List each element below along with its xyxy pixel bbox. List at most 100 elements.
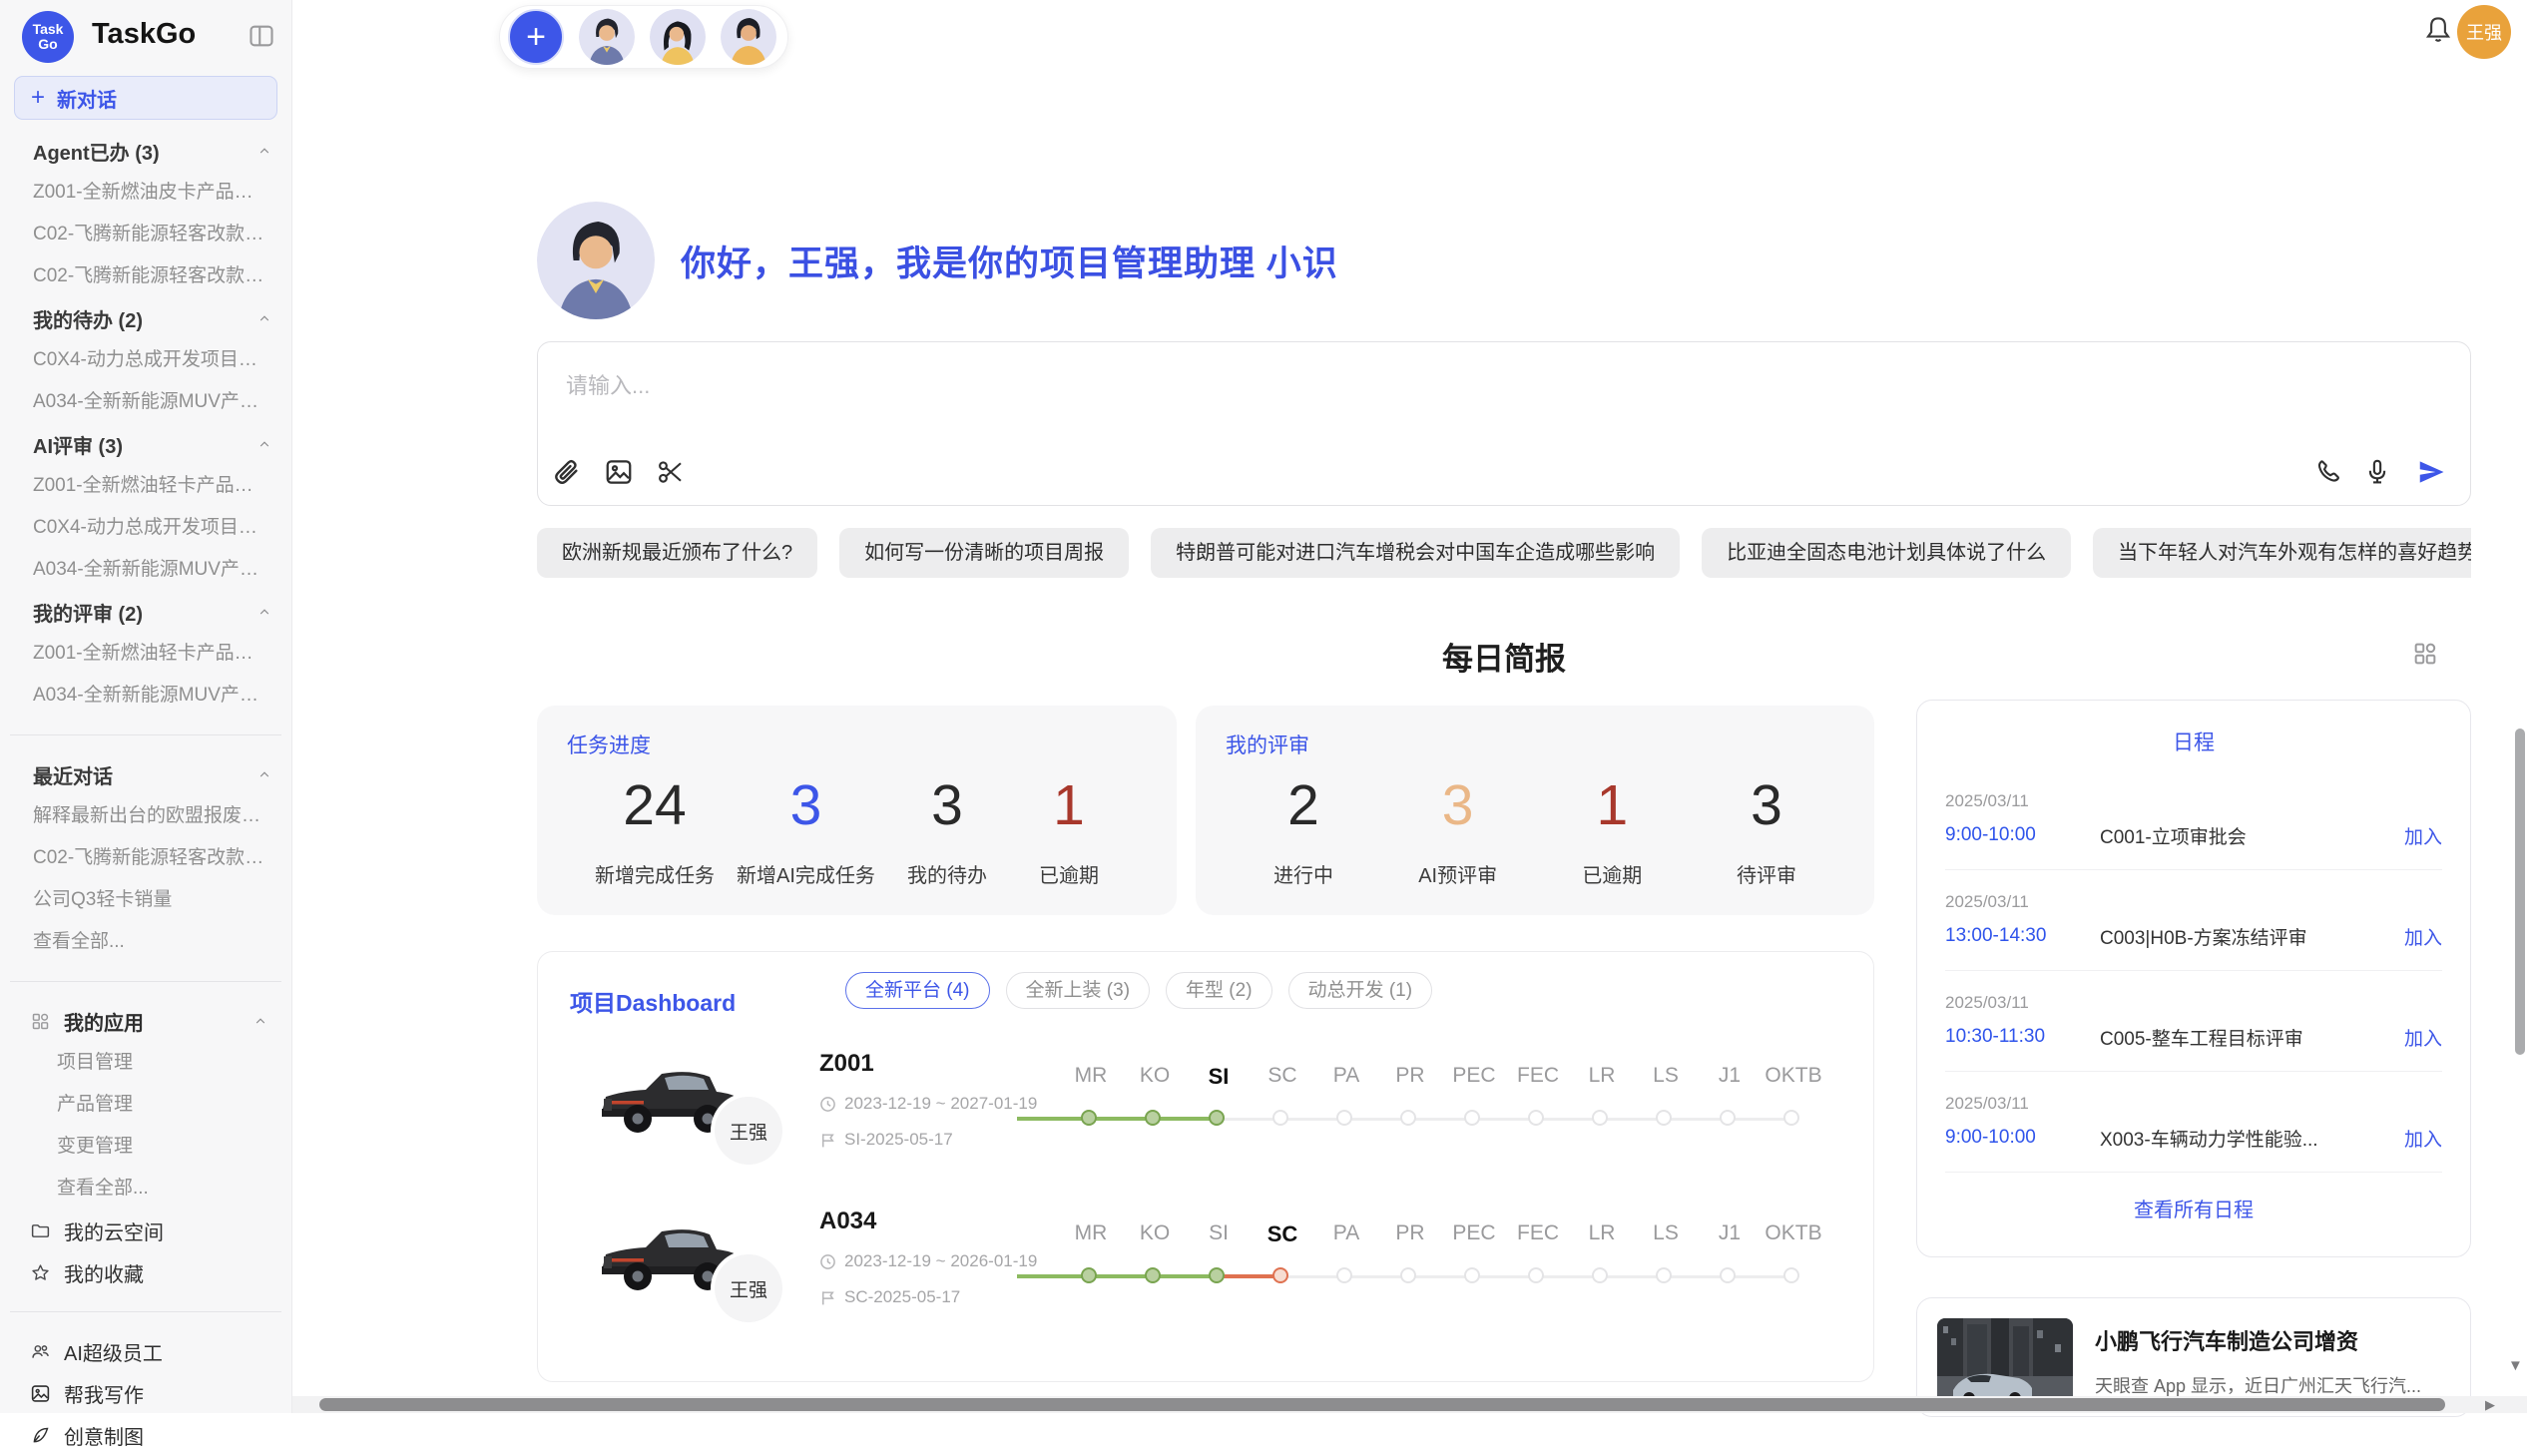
daily-briefing-title: 每日简报 [537,634,2471,679]
milestone-J1: J1 [1698,1206,1762,1325]
stat: 3 AI预评审 [1408,775,1508,888]
section-my-apps[interactable]: 我的应用 [0,1000,291,1042]
vehicle-image [596,1363,746,1382]
new-chat-label: 新对话 [57,84,117,113]
milestone-LS: LS [1634,1048,1698,1168]
view-all-apps[interactable]: 查看全部... [0,1168,291,1210]
list-item[interactable]: C0X4-动力总成开发项目工程变更评审 [0,507,291,549]
join-link[interactable]: 加入 [2404,923,2442,950]
scroll-right-arrow-icon[interactable]: ▶ [2485,1396,2495,1413]
sidebar-item-cloud-space[interactable]: 我的云空间 [0,1210,291,1251]
vertical-scrollbar-thumb[interactable] [2515,728,2525,1055]
sidebar-item-change-mgmt[interactable]: 变更管理 [0,1126,291,1168]
scroll-down-arrow-icon[interactable]: ▼ [2508,1357,2523,1374]
list-item[interactable]: Z001-全新燃油轻卡产品开发项目SI节点属性5D文件评审 [0,633,291,675]
sidebar-item-creative-draw[interactable]: 创意制图 [0,1414,291,1456]
section-ai-review[interactable]: AI评审 (3) [0,423,291,465]
milestone-OKTB: OKTB [1762,1206,1825,1325]
stat: 24 新增完成任务 [595,775,715,888]
section-agent-done[interactable]: Agent已办 (3) [0,130,291,172]
tab-new-platform[interactable]: 全新平台 (4) [845,972,990,1009]
project-code: A034 [819,1208,1037,1235]
list-item[interactable]: A034-全新新能源MUV产品开发项目法规符合性评审 [0,549,291,591]
milestone-track: MRKOSISCPAPRPECFECLRLSJ1OKTB [1059,1048,1825,1168]
sidebar-item-help-write[interactable]: 帮我写作 [0,1372,291,1414]
tab-model-year[interactable]: 年型 (2) [1166,972,1272,1009]
section-my-review[interactable]: 我的评审 (2) [0,591,291,633]
list-item[interactable]: A034-全新新能源MUV产品开发项目计划变更表编写 [0,381,291,423]
schedule-item: 2025/03/11 9:00-10:00 C001-立项审批会 加入 [1945,790,2442,848]
section-my-todo[interactable]: 我的待办 (2) [0,297,291,339]
divider [10,1311,281,1312]
schedule-date: 2025/03/11 [1945,790,2442,812]
stat-label: 新增AI完成任务 [737,859,875,888]
milestone-LS: LS [1634,1206,1698,1325]
phone-icon[interactable] [2314,457,2344,487]
list-item[interactable]: 公司Q3轻卡销量 [0,879,291,921]
sidebar-item-ai-staff[interactable]: AI超级员工 [0,1330,291,1372]
send-icon[interactable] [2416,457,2446,487]
milestone-PA: PA [1314,1206,1378,1325]
list-item[interactable]: C02-飞腾新能源轻客改款项目立项汇报方案 [0,255,291,297]
sidebar-header: Task Go TaskGo [0,0,291,74]
folder-icon [30,1220,51,1241]
suggestion-chip[interactable]: 当下年轻人对汽车外观有怎样的喜好趋势 [2093,528,2471,578]
tab-powertrain[interactable]: 动总开发 (1) [1288,972,1433,1009]
section-recent-chats[interactable]: 最近对话 [0,753,291,795]
milestone-PEC: PEC [1442,1206,1506,1325]
app-title: TaskGo [92,18,196,51]
list-item[interactable]: A034-全新新能源MUV产品开发项目造型可行性评审 [0,675,291,717]
join-link[interactable]: 加入 [2404,1125,2442,1152]
join-link[interactable]: 加入 [2404,1024,2442,1051]
screenshot-icon[interactable] [656,457,686,487]
suggestion-chip[interactable]: 如何写一份清晰的项目周报 [839,528,1129,578]
list-item[interactable]: 解释最新出台的欧盟报废车法规再生塑料比例被调至15%... [0,795,291,837]
briefing-left-column: 任务进度 24 新增完成任务 3 新增AI完成任务 3 我的待办 [537,700,1874,1417]
milestone-FEC: FEC [1506,1048,1570,1168]
schedule-time: 9:00-10:00 [1945,824,2100,846]
suggestion-chip[interactable]: 特朗普可能对进口汽车增税会对中国车企造成哪些影响 [1151,528,1680,578]
sidebar-item-favorites[interactable]: 我的收藏 [0,1251,291,1293]
message-input[interactable]: 请输入... [566,368,650,400]
milestone-MR: MR [1059,1048,1123,1168]
milestone-OKTB: OKTB [1762,1048,1825,1168]
schedule-event: C001-立项审批会 [2100,822,2392,849]
sidebar-item-project-mgmt[interactable]: 项目管理 [0,1042,291,1084]
clock-icon [819,1096,836,1113]
list-item[interactable]: Z001-全新燃油皮卡产品开发项目SI节点Lesson Learn报告 [0,172,291,214]
project-row[interactable]: 王强 A034 2023-12-19 ~ 2026-01-19 SC-2025-… [538,1206,1873,1363]
sidebar-item-product-mgmt[interactable]: 产品管理 [0,1084,291,1126]
list-item[interactable]: C02-飞腾新能源轻客改款项目里程碑画布 [0,214,291,255]
suggestion-chip[interactable]: 比亚迪全固态电池计划具体说了什么 [1702,528,2071,578]
milestone-LR: LR [1570,1048,1634,1168]
main-content: 你好，王强，我是你的项目管理助理 小识 请输入... 欧洲新规最近颁布了什么? … [537,0,2471,1413]
view-all-schedule-link[interactable]: 查看所有日程 [1945,1194,2442,1222]
chevron-up-icon [257,437,271,451]
view-all-chats[interactable]: 查看全部... [0,921,291,963]
list-item[interactable]: C0X4-动力总成开发项目SI里程碑提交物检查 [0,339,291,381]
tab-new-body[interactable]: 全新上装 (3) [1006,972,1151,1009]
milestone-PR: PR [1378,1048,1442,1168]
task-progress-card: 任务进度 24 新增完成任务 3 新增AI完成任务 3 我的待办 [537,706,1177,915]
chevron-up-icon [257,767,271,781]
chevron-up-icon [257,311,271,325]
assistant-avatar [537,202,655,319]
list-item[interactable]: Z001-全新燃油轻卡产品开发项目SI造型提交物评审 [0,465,291,507]
project-dates: 2023-12-19 ~ 2026-01-19 [844,1251,1037,1271]
schedule-date: 2025/03/11 [1945,891,2442,913]
owner-badge: 王强 [715,1254,782,1322]
sidebar-collapse-icon[interactable] [248,22,275,50]
suggestion-chip[interactable]: 欧洲新规最近颁布了什么? [537,528,817,578]
sidebar-list: Agent已办 (3) Z001-全新燃油皮卡产品开发项目SI节点Lesson … [0,120,291,1456]
project-row[interactable]: 王强 Z001 2023-12-19 ~ 2027-01-19 SI-2025-… [538,1048,1873,1206]
new-chat-button[interactable]: + 新对话 [14,76,277,120]
layout-grid-icon[interactable] [2411,640,2439,668]
microphone-icon[interactable] [2362,457,2392,487]
image-upload-icon[interactable] [604,457,634,487]
join-link[interactable]: 加入 [2404,822,2442,849]
milestone-KO: KO [1123,1206,1187,1325]
list-item[interactable]: C02-飞腾新能源轻客改款项目的闭环通告反馈情况 [0,837,291,879]
schedule-event: C003|H0B-方案冻结评审 [2100,923,2392,950]
attachment-icon[interactable] [552,457,582,487]
horizontal-scrollbar-thumb[interactable] [319,1398,2445,1411]
